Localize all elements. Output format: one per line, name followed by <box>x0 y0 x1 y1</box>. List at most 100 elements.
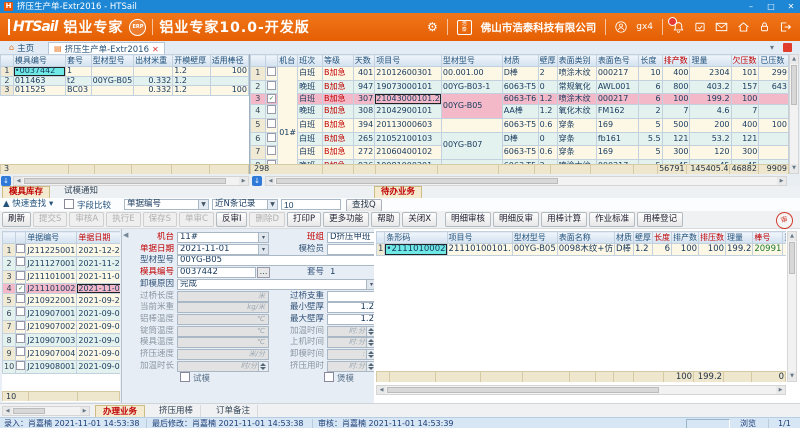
column-header[interactable]: 材质 <box>615 232 634 244</box>
table-cell[interactable]: 21043000101.2 <box>375 94 442 105</box>
column-header[interactable]: 开模壁厚 <box>173 55 210 67</box>
table-cell[interactable]: J210922001 <box>26 294 77 307</box>
field-input[interactable] <box>327 291 377 302</box>
row-checkbox[interactable] <box>16 347 25 356</box>
field-input[interactable]: ℃ <box>177 337 269 348</box>
table-cell[interactable]: 5 <box>639 118 662 132</box>
h-scrollbar[interactable]: ◀ ▶ <box>265 176 787 186</box>
table-row[interactable]: 2011463t200YG-B050.3321.2 <box>1 76 249 86</box>
table-cell[interactable] <box>783 244 786 256</box>
table-cell[interactable]: 299 <box>759 67 789 81</box>
table-cell[interactable]: 21060400102 <box>375 146 442 160</box>
table-row[interactable]: 10J2109080012021-09-08 <box>3 360 121 373</box>
row-checkbox[interactable] <box>16 244 25 253</box>
close-button[interactable]: ✕ <box>782 0 800 13</box>
table-cell[interactable]: t2 <box>65 76 91 86</box>
row-checkbox[interactable] <box>267 81 276 90</box>
table-row[interactable]: 6J2109070012021-09-07 <box>3 307 121 320</box>
column-header[interactable]: 排产数 <box>672 232 699 244</box>
table-cell[interactable]: B加急 <box>322 132 353 146</box>
column-header[interactable]: 型材型号 <box>441 55 502 67</box>
maximize-button[interactable]: □ <box>762 0 780 13</box>
scroll-right-icon[interactable]: ▶ <box>777 177 786 185</box>
table-cell[interactable]: B加急 <box>322 146 353 160</box>
column-header[interactable]: 适用棒径 <box>210 55 248 67</box>
column-header[interactable]: 长度 <box>653 232 672 244</box>
table-cell[interactable]: 00YG-B03-1 <box>441 80 502 94</box>
row-checkbox[interactable] <box>267 133 276 142</box>
table-cell[interactable]: B加急 <box>322 80 353 94</box>
gear-icon[interactable]: ⚙ <box>427 21 438 33</box>
table-cell[interactable]: 1.2 <box>173 76 210 86</box>
column-header[interactable]: 壁厚 <box>538 55 557 67</box>
field-input[interactable]: 1 <box>327 267 377 278</box>
scroll-left-icon[interactable]: ◀ <box>3 407 12 415</box>
table-cell[interactable]: 394 <box>353 118 375 132</box>
table-cell[interactable]: 307 <box>353 94 375 105</box>
table-cell[interactable]: 20113000603 <box>375 118 442 132</box>
row-checkbox[interactable] <box>267 119 276 128</box>
table-cell[interactable]: 1.2 <box>538 94 557 105</box>
table-row[interactable]: 1003744211.2100 <box>1 67 249 77</box>
column-header[interactable]: 长度 <box>639 55 662 67</box>
checkbox[interactable]: 试模 <box>180 372 210 385</box>
column-header[interactable]: 排产数 <box>662 55 690 67</box>
table-row[interactable]: 4✓J2111010022021-11-01 <box>3 283 121 293</box>
table-cell[interactable]: 200 <box>690 118 731 132</box>
field-input[interactable] <box>327 244 377 255</box>
column-header[interactable]: 单据编号 <box>26 232 77 244</box>
table-cell[interactable]: 2021-09-07 <box>77 320 120 333</box>
table-cell[interactable]: 白班 <box>298 67 323 81</box>
table-cell[interactable]: 2021-09-07 <box>77 347 120 360</box>
row-checkbox[interactable] <box>16 321 25 330</box>
toolbar-button[interactable]: 用棒计算 <box>541 212 587 227</box>
table-cell[interactable]: 100 <box>731 94 759 105</box>
checkbox-box[interactable] <box>324 372 334 382</box>
column-header[interactable]: 壁厚 <box>634 232 653 244</box>
lock-icon[interactable] <box>759 21 770 33</box>
table-cell[interactable]: 00.001.00 <box>441 67 502 81</box>
table-cell[interactable]: 6063-T6 <box>502 94 538 105</box>
table-cell[interactable]: 300 <box>731 146 759 160</box>
row-checkbox[interactable] <box>16 361 25 370</box>
table-cell[interactable]: 1.2 <box>173 86 210 96</box>
table-cell[interactable]: 5.5 <box>639 132 662 146</box>
row-checkbox[interactable] <box>267 105 276 114</box>
chevron-down-icon[interactable]: ▼ <box>267 200 277 209</box>
table-cell[interactable]: 2111010002 <box>385 244 447 256</box>
table-cell[interactable] <box>759 94 789 105</box>
exit-icon[interactable] <box>779 21 792 33</box>
column-header[interactable] <box>3 232 16 244</box>
field-input[interactable]: kg/米 <box>177 302 269 313</box>
table-cell[interactable]: 100 <box>210 86 248 96</box>
column-header[interactable]: 理量 <box>726 232 753 244</box>
table-cell[interactable]: 1.2 <box>173 67 210 77</box>
table-cell[interactable]: 2304 <box>690 67 731 81</box>
close-all-tabs-icon[interactable] <box>783 43 792 52</box>
table-row[interactable]: 101#白班B加急4012101260030100.001.00D棒2喷涂木纹0… <box>251 67 789 81</box>
grid-nav-icon[interactable]: ↓ <box>252 176 262 186</box>
table-cell[interactable]: AA棒 <box>502 105 538 119</box>
toolbar-button[interactable]: 明细反审 <box>493 212 539 227</box>
row-checkbox[interactable] <box>267 146 276 155</box>
table-cell[interactable]: 120 <box>690 146 731 160</box>
table-row[interactable]: 1211101000221110100101.00YG-B050098木纹+仿D… <box>377 244 787 256</box>
table-cell[interactable]: 100 <box>662 94 690 105</box>
field-input[interactable]: 0037442 <box>177 267 256 278</box>
field-input[interactable]: ℃ <box>177 326 269 337</box>
scroll-thumb[interactable] <box>24 178 226 184</box>
table-cell[interactable]: FM162 <box>596 105 639 119</box>
table-cell[interactable]: 169 <box>596 118 639 132</box>
table-row[interactable]: 9J2109070042021-09-07 <box>3 347 121 360</box>
table-cell[interactable]: 011525 <box>13 86 65 96</box>
field-input[interactable]: 时/分 <box>177 361 269 372</box>
scroll-left-icon[interactable]: ◀ <box>14 177 23 185</box>
row-checkbox[interactable]: ✓ <box>16 284 25 293</box>
toolbar-button[interactable]: 明细审核 <box>445 212 491 227</box>
table-cell[interactable] <box>759 146 789 160</box>
table-cell[interactable]: 121 <box>662 132 690 146</box>
bottom-tab-rod[interactable]: 挤压用棒 <box>152 405 201 417</box>
v-scrollbar[interactable]: ▲ ▼ <box>787 231 797 382</box>
table-cell[interactable]: B加急 <box>322 105 353 119</box>
column-header[interactable]: 出材米重 <box>134 55 173 67</box>
